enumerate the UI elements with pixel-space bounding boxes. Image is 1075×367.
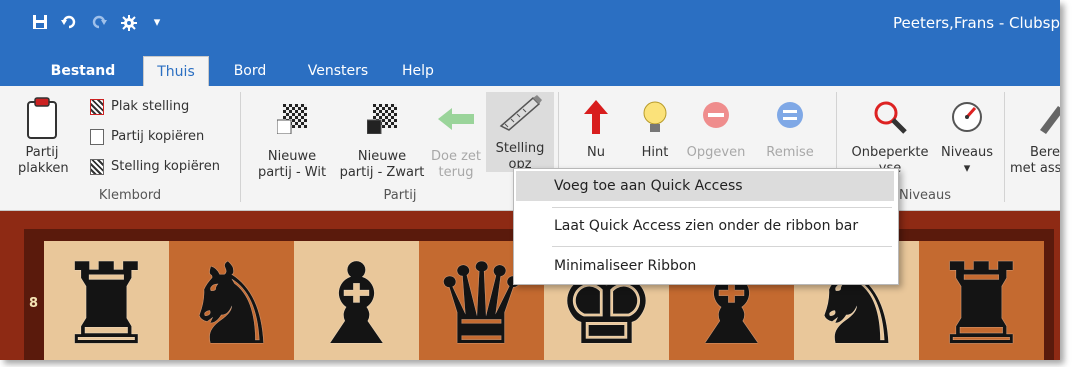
arrow-left-icon xyxy=(438,108,474,130)
black-bishop-piece[interactable]: ♝ xyxy=(294,249,419,360)
tab-thuis[interactable]: Thuis xyxy=(143,56,209,88)
paste-position-item[interactable]: Plak stelling xyxy=(90,98,189,116)
infinite-analysis-button[interactable]: Onbeperkte yse xyxy=(848,100,932,177)
new-game-white-button[interactable]: Nieuwe partij - Wit xyxy=(253,104,331,181)
tab-bestand[interactable]: Bestand xyxy=(48,56,118,86)
chessboard-small-icon xyxy=(90,158,104,175)
rank-label: 8 xyxy=(29,296,39,311)
chevron-down-icon: ▾ xyxy=(963,161,971,176)
chessboard-white-icon xyxy=(276,104,307,135)
setup-position-button[interactable]: Stelling opz xyxy=(486,92,554,172)
tab-help[interactable]: Help xyxy=(396,56,440,86)
customize-quick-access-icon[interactable]: ▾ xyxy=(148,14,166,32)
minus-circle-icon xyxy=(703,102,729,128)
title-bar: ▾ Peeters,Frans - Clubsp xyxy=(0,0,1060,56)
chessboard-small-icon xyxy=(90,98,104,115)
menu-item-show-quick-access-below[interactable]: Laat Quick Access zien onder de ribbon b… xyxy=(516,211,894,241)
menu-item-minimize-ribbon[interactable]: Minimaliseer Ribbon xyxy=(516,251,894,281)
square-h8[interactable]: ♜ xyxy=(919,241,1044,360)
tab-bord[interactable]: Bord xyxy=(228,56,272,86)
resign-button[interactable]: Opgeven xyxy=(684,100,748,161)
draw-button[interactable]: Remise xyxy=(760,100,820,161)
levels-dropdown-button[interactable]: Niveaus ▾ xyxy=(936,100,998,177)
ribbon-tabs: Bestand Thuis Bord Vensters Help xyxy=(0,56,1060,88)
clipboard-icon xyxy=(27,97,57,139)
copy-position-item[interactable]: Stelling kopiëren xyxy=(90,158,220,176)
square-b8[interactable]: ♞ xyxy=(169,241,294,360)
group-label-partij: Partij xyxy=(383,188,417,203)
hint-button[interactable]: Hint xyxy=(630,100,680,161)
lightbulb-icon xyxy=(643,101,667,132)
chessboard-black-icon xyxy=(366,104,397,135)
context-menu: Voeg toe aan Quick Access Laat Quick Acc… xyxy=(513,168,899,285)
document-icon xyxy=(90,128,104,145)
save-icon[interactable] xyxy=(31,14,49,32)
magnifier-icon xyxy=(874,101,907,134)
take-back-button[interactable]: Doe zet terug xyxy=(428,104,484,181)
menu-separator xyxy=(552,246,892,247)
copy-game-item[interactable]: Partij kopiëren xyxy=(90,128,204,146)
group-separator xyxy=(240,92,241,202)
gauge-icon xyxy=(952,102,982,132)
application-window: ▾ Peeters,Frans - Clubsp Bestand Thuis B… xyxy=(0,0,1060,360)
undo-icon[interactable] xyxy=(60,14,78,32)
move-now-button[interactable]: Nu xyxy=(572,100,620,161)
black-rook-piece[interactable]: ♜ xyxy=(44,249,169,360)
group-separator xyxy=(1004,92,1005,202)
paste-game-button[interactable]: Partij plakken xyxy=(18,96,69,177)
tool-icon xyxy=(1040,106,1060,134)
engine-icon[interactable] xyxy=(120,14,138,32)
menu-separator xyxy=(552,207,892,208)
square-c8[interactable]: ♝ xyxy=(294,241,419,360)
menu-item-add-quick-access[interactable]: Voeg toe aan Quick Access xyxy=(516,171,894,201)
redo-icon[interactable] xyxy=(90,14,108,32)
black-knight-piece[interactable]: ♞ xyxy=(169,249,294,360)
black-rook-piece[interactable]: ♜ xyxy=(919,249,1044,360)
red-arrow-up-icon xyxy=(584,100,608,134)
window-title: Peeters,Frans - Clubsp xyxy=(893,14,1060,32)
new-game-black-button[interactable]: Nieuwe partij - Zwart xyxy=(336,104,428,181)
equals-circle-icon xyxy=(777,102,803,128)
group-label-klembord: Klembord xyxy=(98,188,162,203)
saw-icon xyxy=(499,95,542,131)
calculate-button[interactable]: Berek met ass xyxy=(1010,100,1060,177)
square-a8[interactable]: ♜ xyxy=(44,241,169,360)
tab-vensters[interactable]: Vensters xyxy=(302,56,374,86)
